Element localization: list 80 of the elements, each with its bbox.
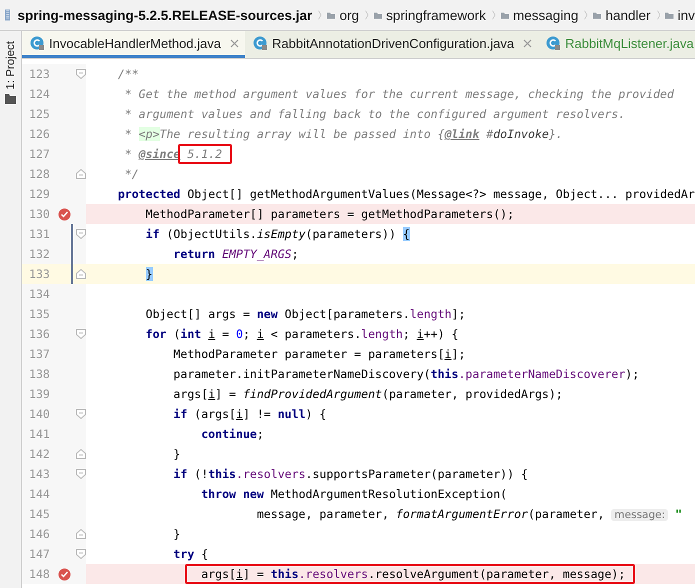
code-line: args[i] = findProvidedArgument(parameter, providedArgs);: [172, 386, 563, 403]
editor-tab[interactable]: InvocableHandlerMethod.java: [22, 31, 245, 58]
code-line: }: [172, 446, 180, 463]
code-line: continue;: [200, 426, 264, 443]
code-line: if (ObjectUtils.isEmpty(parameters)) {: [144, 226, 410, 243]
breakpoint-icon[interactable]: [58, 568, 71, 580]
line-number: 135: [28, 307, 51, 321]
breadcrumb-item[interactable]: handler: [605, 8, 651, 22]
fold-icon[interactable]: [76, 529, 86, 539]
line-number: 136: [28, 327, 51, 341]
breakpoint-icon[interactable]: [58, 208, 71, 220]
class-icon: [30, 36, 45, 50]
change-marker[interactable]: [71, 264, 73, 284]
line-number: 148: [28, 567, 51, 581]
highlighted-code: 5.1.2: [178, 144, 232, 164]
editor-tab[interactable]: RabbitAnnotationDrivenConfiguration.java: [245, 31, 538, 58]
fold-icon[interactable]: [76, 449, 86, 459]
breadcrumb-item[interactable]: messaging: [513, 8, 578, 22]
fold-icon[interactable]: [76, 169, 86, 179]
code-line: try {: [172, 546, 208, 563]
code-line: MethodParameter[] parameters = getMethodParameters();: [144, 206, 514, 223]
fold-icon[interactable]: [76, 469, 86, 479]
line-number: 131: [28, 227, 51, 241]
code-line: */: [124, 166, 139, 183]
line-number: 123: [28, 67, 51, 81]
line-number: 126: [28, 127, 51, 141]
code-line: MethodParameter parameter = parameters[i];: [172, 346, 466, 363]
code-line: /**: [116, 66, 139, 83]
code-line: * Get the method argument values for the current message, checking the provided: [124, 86, 674, 103]
line-number: 124: [28, 87, 51, 101]
line-number: 138: [28, 367, 51, 381]
breadcrumb-item[interactable]: spring-messaging-5.2.5.RELEASE-sources.jar: [17, 8, 312, 22]
breadcrumb-item[interactable]: springframework: [386, 8, 486, 22]
fold-icon[interactable]: [76, 409, 86, 419]
code-line: Object[] args = new Object[parameters.length];: [144, 306, 466, 323]
change-marker[interactable]: [71, 244, 74, 264]
code-line: * argument values and falling back to the configured argument resolvers.: [124, 106, 626, 123]
class-icon: [253, 36, 268, 50]
project-tool-tab[interactable]: 1: Project: [4, 41, 16, 90]
code-line: }: [172, 526, 180, 543]
code-line: return EMPTY_ARGS;: [172, 246, 299, 263]
line-number: 142: [28, 447, 51, 461]
highlighted-code: args[i] = this.resolvers.resolveArgument(parameter, message);: [185, 564, 636, 584]
line-number: 125: [28, 107, 51, 121]
line-number: 132: [28, 247, 51, 261]
fold-icon[interactable]: [76, 549, 86, 559]
line-number: 141: [28, 427, 51, 441]
line-number: 140: [28, 407, 51, 421]
line-number: 134: [28, 287, 51, 301]
line-number: 137: [28, 347, 51, 361]
line-number: 127: [28, 147, 51, 161]
code-line: if (!this.resolvers.supportsParameter(parameter)) {: [172, 466, 528, 483]
line-number: 129: [28, 187, 51, 201]
line-number: 144: [28, 487, 51, 501]
fold-icon[interactable]: [76, 69, 86, 79]
code-line: throw new MethodArgumentResolutionException(: [200, 486, 508, 503]
folder-icon: [5, 94, 16, 104]
change-marker[interactable]: [71, 224, 73, 244]
line-number: 147: [28, 547, 51, 561]
breadcrumb-item[interactable]: org: [339, 8, 359, 22]
line-number: 145: [28, 507, 51, 521]
fold-icon[interactable]: [76, 269, 86, 279]
breadcrumb-item[interactable]: inv: [678, 8, 695, 22]
code-line: parameter.initParameterNameDiscovery(this.parameterNameDiscoverer);: [172, 366, 640, 383]
line-number: 128: [28, 167, 51, 181]
line-number: 139: [28, 387, 51, 401]
line-number: 130: [28, 207, 51, 221]
code-line: for (int i = 0; i < parameters.length; i++) {: [144, 326, 458, 343]
fold-icon[interactable]: [76, 329, 86, 339]
code-line: * <p>The resulting array will be passed into {@link #doInvoke}.: [124, 126, 563, 143]
line-number: 143: [28, 467, 51, 481]
close-icon[interactable]: [523, 38, 532, 48]
code-line: message, parameter, formatArgumentError(parameter, message: ": [256, 506, 682, 522]
code-line: if (args[i] != null) {: [172, 406, 326, 423]
fold-icon[interactable]: [76, 229, 86, 239]
class-icon: [546, 36, 562, 50]
line-number: 133: [28, 267, 51, 281]
close-icon[interactable]: [230, 38, 239, 48]
line-number: 146: [28, 527, 51, 541]
code-line: protected Object[] getMethodArgumentValues(Message<?> message, Object... providedAr: [116, 186, 695, 203]
